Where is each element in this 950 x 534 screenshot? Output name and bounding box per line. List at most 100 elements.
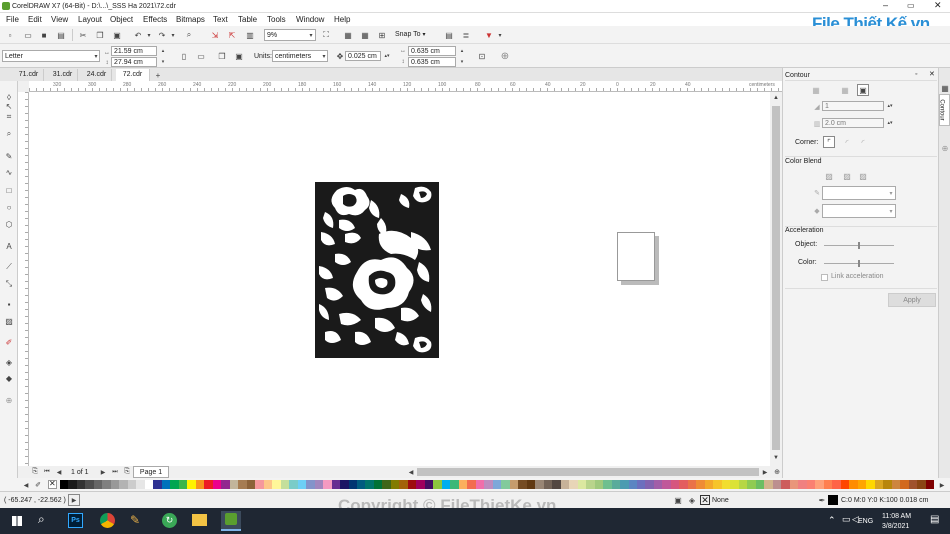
no-color-swatch[interactable]: ✕ — [48, 479, 57, 489]
horizontal-ruler[interactable]: 320 300 280 260 240 220 200 180 160 140 … — [29, 81, 782, 92]
document-page[interactable] — [617, 232, 655, 281]
next-page-icon[interactable]: ▶ — [97, 466, 109, 478]
palette-swatch[interactable] — [917, 480, 926, 489]
menu-view[interactable]: View — [51, 14, 68, 25]
menu-file[interactable]: File — [6, 14, 19, 25]
polygon-tool-icon[interactable]: ⬡ — [3, 219, 15, 231]
palette-swatch[interactable] — [569, 480, 578, 489]
palette-swatch[interactable] — [653, 480, 663, 489]
palette-swatch[interactable] — [76, 480, 86, 489]
snap-to-button[interactable]: Snap To ▾ — [395, 29, 426, 41]
ellipse-tool-icon[interactable]: ○ — [3, 202, 15, 214]
palette-swatch[interactable] — [628, 480, 637, 489]
palette-swatch[interactable] — [815, 480, 824, 489]
page-size-select[interactable]: Letter — [2, 50, 100, 62]
palette-swatch[interactable] — [696, 480, 705, 489]
palette-swatch[interactable] — [874, 480, 884, 489]
add-page-after-icon[interactable]: ⎘ — [121, 466, 133, 478]
palette-swatch[interactable] — [603, 480, 612, 489]
palette-swatch[interactable] — [552, 480, 561, 489]
all-pages-icon[interactable]: ❐ — [216, 50, 228, 62]
corner-mitered-icon[interactable]: ⌜ — [823, 136, 835, 148]
palette-swatch[interactable] — [306, 480, 315, 489]
palette-swatch[interactable] — [755, 480, 765, 489]
text-tool-icon[interactable]: A — [3, 241, 15, 253]
add-tab-icon[interactable]: + — [152, 69, 164, 81]
windows-start-icon[interactable] — [12, 516, 22, 526]
scroll-up-icon[interactable]: ▲ — [770, 92, 782, 104]
previous-page-icon[interactable]: ◀ — [53, 466, 65, 478]
palette-swatch[interactable] — [255, 480, 264, 489]
palette-swatch[interactable] — [662, 480, 671, 489]
add-docker-icon[interactable]: ⊕ — [939, 142, 950, 154]
transparency-tool-icon[interactable]: ▨ — [3, 316, 15, 328]
print-icon[interactable]: ▤ — [55, 29, 67, 41]
clock-date[interactable]: 3/8/2021 — [882, 521, 909, 532]
palette-swatch[interactable] — [93, 480, 103, 489]
palette-swatch[interactable] — [501, 480, 510, 489]
show-guidelines-icon[interactable]: ⊞ — [376, 29, 388, 41]
palette-swatch[interactable] — [331, 480, 341, 489]
counterclockwise-blend-icon[interactable]: ▨ — [857, 170, 869, 182]
docker-tab-icon[interactable]: ▦ — [939, 82, 950, 94]
palette-swatch[interactable] — [356, 480, 366, 489]
smart-fill-icon[interactable]: ◆ — [3, 373, 15, 385]
crop-tool-icon[interactable]: ⌗ — [3, 111, 15, 123]
palette-swatch[interactable] — [407, 480, 417, 489]
paste-icon[interactable]: ▣ — [111, 29, 123, 41]
palette-swatch[interactable] — [908, 480, 918, 489]
palette-swatch[interactable] — [399, 480, 408, 489]
copy-icon[interactable]: ❐ — [94, 29, 106, 41]
minimize-icon[interactable]: – — [883, 0, 888, 11]
palette-swatch[interactable] — [136, 480, 145, 489]
palette-swatch[interactable] — [764, 480, 773, 489]
network-icon[interactable]: ▭ — [842, 514, 851, 525]
add-tool-icon[interactable]: ⊕ — [3, 395, 15, 407]
interactive-fill-icon[interactable]: ◈ — [3, 357, 15, 369]
palette-swatch[interactable] — [229, 480, 239, 489]
color-eyedropper-icon[interactable]: ✐ — [3, 337, 15, 349]
palette-swatch[interactable] — [620, 480, 629, 489]
vertical-ruler[interactable]: centimeters — [18, 92, 29, 466]
palette-swatch[interactable] — [60, 480, 69, 489]
palette-swatch[interactable] — [883, 480, 892, 489]
shape-tool-icon[interactable]: ◊ — [3, 92, 15, 104]
contour-offset-field[interactable]: 2.0 cm — [822, 118, 884, 128]
palette-swatch[interactable] — [594, 480, 604, 489]
scroll-right-icon[interactable]: ▶ — [759, 466, 771, 478]
palette-swatch[interactable] — [518, 480, 527, 489]
drop-shadow-icon[interactable]: ▪ — [3, 299, 15, 311]
export-icon[interactable]: ⇱ — [226, 29, 238, 41]
palette-swatch[interactable] — [891, 480, 901, 489]
freehand-tool-icon[interactable]: ✎ — [3, 151, 15, 163]
outline-color-dropdown-icon[interactable]: ▾ — [885, 187, 897, 199]
palette-swatch[interactable] — [441, 480, 451, 489]
tab-31[interactable]: 31.cdr — [48, 69, 78, 81]
search-icon[interactable]: ⌕ — [38, 512, 45, 527]
palette-swatch[interactable] — [416, 480, 425, 489]
show-rulers-icon[interactable]: ▦ — [342, 29, 354, 41]
color-accel-handle[interactable] — [858, 260, 860, 267]
menu-layout[interactable]: Layout — [78, 14, 102, 25]
palette-swatch[interactable] — [144, 480, 154, 489]
menu-help[interactable]: Help — [334, 14, 350, 25]
menu-effects[interactable]: Effects — [143, 14, 167, 25]
palette-swatch[interactable] — [772, 480, 782, 489]
palette-swatch[interactable] — [458, 480, 468, 489]
palette-swatch[interactable] — [119, 480, 128, 489]
redo-dropdown-icon[interactable]: ▾ — [167, 29, 179, 41]
palette-swatch[interactable] — [433, 480, 442, 489]
object-accel-handle[interactable] — [858, 242, 860, 249]
outside-icon[interactable]: ▣ — [857, 84, 869, 96]
dup-y-spinner-icon[interactable]: ▾ — [456, 56, 468, 68]
artwork-panel[interactable] — [315, 182, 439, 358]
palette-swatch[interactable] — [365, 480, 374, 489]
corner-round-icon[interactable]: ◜ — [841, 136, 853, 148]
palette-swatch[interactable] — [747, 480, 756, 489]
publish-pdf-icon[interactable]: ▥ — [244, 29, 256, 41]
linear-blend-icon[interactable]: ▨ — [823, 170, 835, 182]
menu-table[interactable]: Table — [238, 14, 257, 25]
palette-swatch[interactable] — [645, 480, 654, 489]
palette-swatch[interactable] — [509, 480, 519, 489]
palette-swatch[interactable] — [781, 480, 790, 489]
